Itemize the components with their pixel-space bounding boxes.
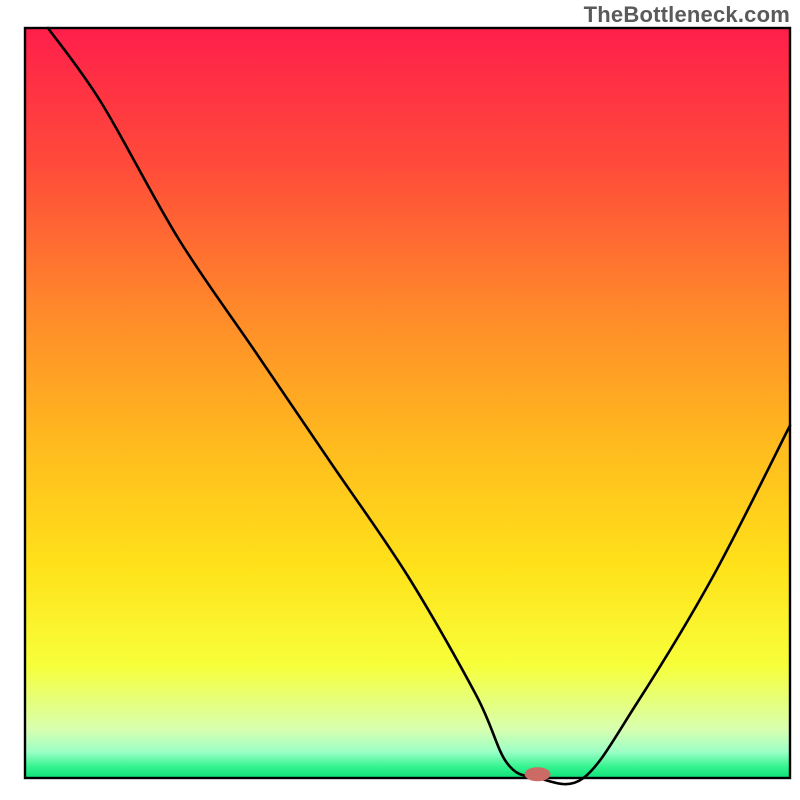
- watermark-text: TheBottleneck.com: [584, 2, 790, 28]
- gradient-background: [25, 28, 790, 778]
- bottleneck-chart: [0, 0, 800, 800]
- optimal-marker: [525, 767, 551, 781]
- chart-stage: TheBottleneck.com: [0, 0, 800, 800]
- plot-area: [25, 28, 790, 784]
